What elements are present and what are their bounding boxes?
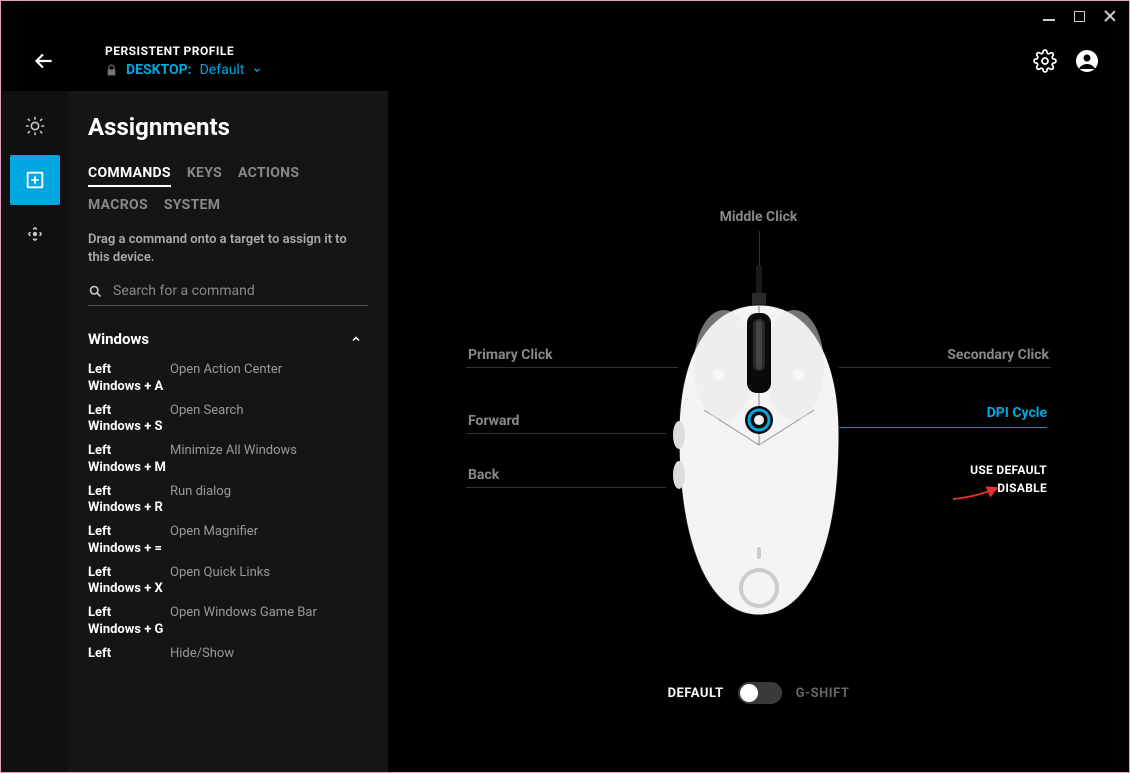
maximize-button[interactable]	[1073, 10, 1085, 22]
header: PERSISTENT PROFILE DESKTOP: Default	[1, 31, 1129, 91]
nav-sensitivity[interactable]	[10, 209, 60, 259]
toggle-switch[interactable]	[738, 682, 782, 704]
nav-lighting[interactable]	[10, 101, 60, 151]
command-key: Left	[88, 646, 166, 662]
group-header[interactable]: Windows	[88, 324, 362, 358]
label-primary-click[interactable]: Primary Click	[468, 347, 553, 363]
tab-keys[interactable]: KEYS	[187, 165, 222, 187]
command-key: Left Windows + R	[88, 484, 166, 517]
command-action: Open Action Center	[170, 362, 282, 395]
label-dpi-cycle[interactable]: DPI Cycle	[987, 405, 1047, 421]
gear-icon[interactable]	[1033, 49, 1057, 73]
tab-actions[interactable]: ACTIONS	[238, 165, 299, 187]
titlebar	[1, 1, 1129, 31]
label-forward[interactable]: Forward	[468, 413, 519, 429]
profile-selector[interactable]: DESKTOP: Default	[105, 62, 1013, 78]
hint-text: Drag a command onto a target to assign i…	[88, 231, 368, 267]
user-icon[interactable]	[1075, 49, 1099, 73]
label-back[interactable]: Back	[468, 467, 499, 483]
tab-row: COMMANDS KEYS ACTIONS MACROS SYSTEM	[88, 165, 368, 213]
body: Assignments COMMANDS KEYS ACTIONS MACROS SYS…	[1, 91, 1129, 772]
annotation-arrow	[951, 485, 1001, 503]
command-row[interactable]: LeftHide/Show	[88, 642, 362, 666]
command-key: Left Windows + S	[88, 403, 166, 436]
chevron-up-icon	[350, 333, 362, 345]
command-action: Open Magnifier	[170, 524, 258, 557]
plus-box-icon	[24, 169, 46, 191]
profile-block: PERSISTENT PROFILE DESKTOP: Default	[105, 44, 1013, 78]
toggle-gshift-label: G-SHIFT	[796, 686, 850, 701]
nav-assignments[interactable]	[10, 155, 60, 205]
command-action: Minimize All Windows	[170, 443, 297, 476]
ctx-use-default[interactable]: USE DEFAULT	[970, 461, 1047, 479]
search-box[interactable]	[88, 283, 368, 306]
mode-toggle: DEFAULT G-SHIFT	[668, 682, 850, 704]
lock-icon	[105, 64, 118, 77]
toggle-default-label: DEFAULT	[668, 686, 724, 701]
mouse-canvas: Middle Click Primary Click Secondary Cli…	[388, 91, 1129, 772]
persistent-label: PERSISTENT PROFILE	[105, 44, 1013, 58]
search-input[interactable]	[113, 283, 368, 299]
command-key: Left Windows + X	[88, 565, 166, 598]
search-icon	[88, 284, 103, 299]
tab-system[interactable]: SYSTEM	[164, 197, 220, 213]
command-action: Open Quick Links	[170, 565, 270, 598]
command-row[interactable]: Left Windows + AOpen Action Center	[88, 358, 362, 399]
command-key: Left Windows + G	[88, 605, 166, 638]
command-action: Hide/Show	[170, 646, 234, 662]
command-action: Open Search	[170, 403, 243, 436]
command-action: Run dialog	[170, 484, 231, 517]
chevron-down-icon	[252, 65, 262, 75]
command-row[interactable]: Left Windows + =Open Magnifier	[88, 520, 362, 561]
profile-name: Default	[200, 62, 245, 78]
command-row[interactable]: Left Windows + XOpen Quick Links	[88, 561, 362, 602]
command-row[interactable]: Left Windows + SOpen Search	[88, 399, 362, 440]
command-key: Left Windows + A	[88, 362, 166, 395]
label-secondary-click[interactable]: Secondary Click	[947, 347, 1049, 363]
brightness-icon	[24, 115, 46, 137]
nav-rail	[1, 91, 68, 772]
command-action: Open Windows Game Bar	[170, 605, 317, 638]
command-row[interactable]: Left Windows + GOpen Windows Game Bar	[88, 601, 362, 642]
command-row[interactable]: Left Windows + MMinimize All Windows	[88, 439, 362, 480]
move-icon	[24, 223, 46, 245]
tab-macros[interactable]: MACROS	[88, 197, 148, 213]
tab-commands[interactable]: COMMANDS	[88, 165, 171, 187]
group-name: Windows	[88, 330, 149, 348]
profile-prefix: DESKTOP:	[126, 62, 192, 78]
label-middle-click[interactable]: Middle Click	[720, 209, 798, 225]
app-window: PERSISTENT PROFILE DESKTOP: Default	[0, 0, 1130, 773]
command-key: Left Windows + M	[88, 443, 166, 476]
panel-title: Assignments	[88, 113, 368, 141]
back-arrow-icon[interactable]	[31, 48, 57, 74]
header-actions	[1033, 49, 1099, 73]
command-key: Left Windows + =	[88, 524, 166, 557]
side-panel: Assignments COMMANDS KEYS ACTIONS MACROS SYS…	[68, 91, 388, 772]
command-row[interactable]: Left Windows + RRun dialog	[88, 480, 362, 521]
minimize-button[interactable]	[1043, 10, 1055, 22]
mouse-illustration	[659, 265, 859, 625]
close-button[interactable]	[1103, 10, 1115, 22]
command-list[interactable]: Windows Left Windows + AOpen Action Cent…	[88, 324, 368, 772]
